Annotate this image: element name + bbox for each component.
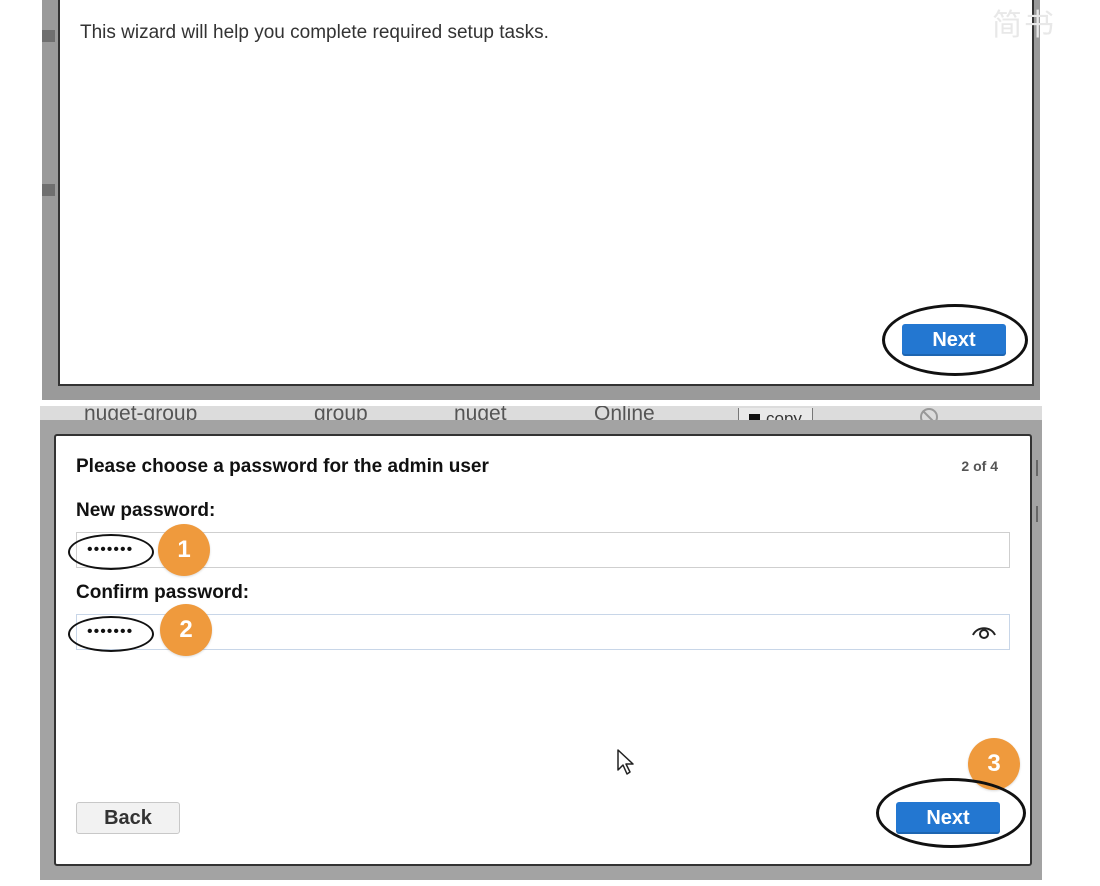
step-indicator: 2 of 4	[961, 458, 998, 474]
new-password-label: New password:	[76, 500, 216, 521]
next-button[interactable]: Next	[896, 802, 1000, 834]
admin-password-dialog: Please choose a password for the admin u…	[54, 434, 1032, 866]
step-callout-2: 2	[160, 604, 212, 656]
edge-mark	[1036, 506, 1038, 522]
wizard-intro-text: This wizard will help you complete requi…	[80, 22, 549, 43]
edge-mark	[42, 184, 55, 196]
watermark: 简书	[992, 9, 1056, 42]
mouse-pointer-icon	[617, 749, 634, 775]
left-edge-marks	[42, 0, 56, 400]
edge-mark	[1036, 460, 1038, 476]
show-password-eye-icon[interactable]	[971, 623, 997, 641]
step-callout-3: 3	[968, 738, 1020, 790]
dialog-title: Please choose a password for the admin u…	[76, 456, 489, 477]
new-password-field[interactable]: •••••••	[76, 532, 1010, 568]
setup-wizard-panel: This wizard will help you complete requi…	[58, 0, 1034, 386]
back-button[interactable]: Back	[76, 802, 180, 834]
confirm-password-field[interactable]: •••••••	[76, 614, 1010, 650]
step-callout-1: 1	[158, 524, 210, 576]
edge-mark	[42, 30, 55, 42]
confirm-password-value: •••••••	[87, 623, 134, 640]
right-edge-marks	[1034, 430, 1044, 550]
next-button-top[interactable]: Next	[902, 324, 1006, 356]
confirm-password-label: Confirm password:	[76, 582, 250, 603]
